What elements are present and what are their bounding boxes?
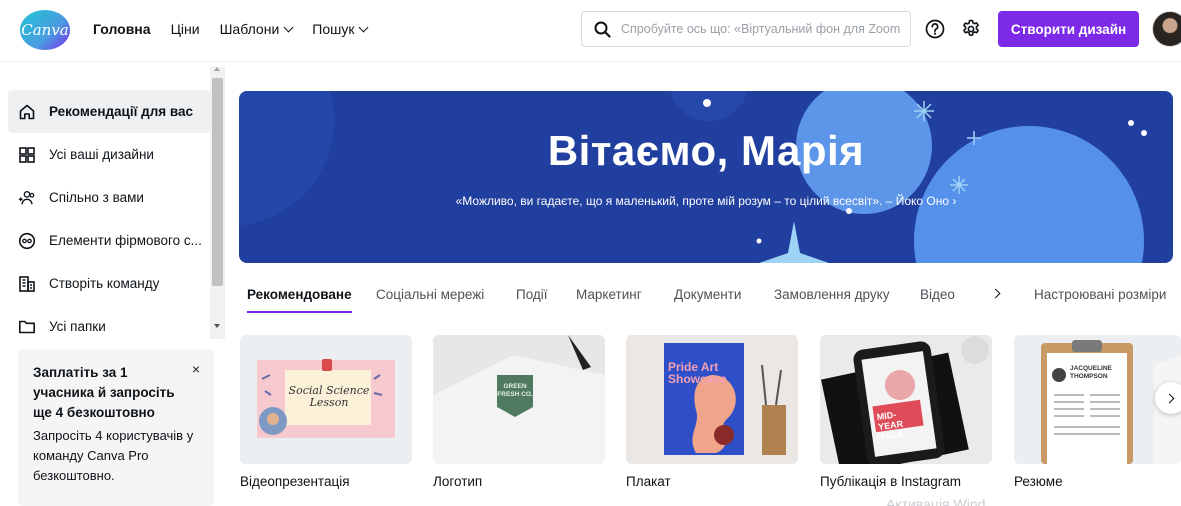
tab-documents[interactable]: Документи xyxy=(674,276,741,314)
tab-marketing[interactable]: Маркетинг xyxy=(576,276,642,314)
card-label-resume[interactable]: Резюме xyxy=(1014,474,1063,489)
grid-icon xyxy=(18,146,36,164)
home-icon xyxy=(18,103,36,121)
thumbnail-text: JACQUELINE THOMPSON xyxy=(1070,365,1112,380)
create-design-button[interactable]: Створити дизайн xyxy=(998,11,1139,47)
sidebar-item-label: Усі ваші дизайни xyxy=(49,147,154,162)
tab-print-products[interactable]: Замовлення друку xyxy=(774,276,889,314)
thumbnail-text: Pride Art Showcase xyxy=(668,360,727,386)
template-card-instagram-post[interactable]: MID-YEAR SALE xyxy=(820,335,992,464)
search-input[interactable] xyxy=(621,22,901,36)
sidebar-item-shared[interactable]: Спільно з вами xyxy=(8,176,210,219)
chevron-right-icon xyxy=(1164,393,1174,403)
nav-templates[interactable]: Шаблони xyxy=(219,21,294,37)
welcome-quote-link[interactable]: «Можливо, ви гадаєте, що я маленький, пр… xyxy=(439,192,973,211)
brand-kit-icon xyxy=(18,232,36,250)
card-label-poster[interactable]: Плакат xyxy=(626,474,671,489)
sidebar-item-create-team[interactable]: Створіть команду xyxy=(8,262,210,305)
card-label-video-presentation[interactable]: Відеопрезентація xyxy=(240,474,350,489)
search-box[interactable] xyxy=(581,11,911,47)
promo-text: Запросіть 4 користувачів у команду Canva… xyxy=(33,428,194,483)
welcome-title: Вітаємо, Марія xyxy=(547,127,865,174)
thumbnail-text: GREEN FRESH CO. xyxy=(497,383,533,398)
gear-icon[interactable] xyxy=(959,17,983,41)
sidebar-item-label: Елементи фірмового с... xyxy=(49,233,202,248)
sidebar-item-label: Рекомендації для вас xyxy=(49,104,194,119)
card-label-logo[interactable]: Логотип xyxy=(433,474,482,489)
scroll-up-arrow-icon[interactable] xyxy=(214,67,220,71)
chevron-down-icon xyxy=(283,22,294,32)
nav-home[interactable]: Головна xyxy=(93,0,151,37)
canva-logo[interactable]: Canva xyxy=(20,10,70,50)
folder-icon xyxy=(18,318,36,336)
scroll-down-arrow-icon[interactable] xyxy=(214,324,220,328)
sidebar-item-brand-kit[interactable]: Елементи фірмового с... xyxy=(8,219,210,262)
tab-custom-size[interactable]: Настроювані розміри xyxy=(1034,276,1166,314)
close-icon[interactable]: × xyxy=(192,361,200,377)
nav-pricing[interactable]: Ціни xyxy=(171,21,200,37)
template-card-logo[interactable]: GREEN FRESH CO. xyxy=(433,335,605,464)
logo-thumbnail xyxy=(433,335,605,464)
carousel-next-button[interactable] xyxy=(1155,382,1181,414)
thumbnail-text: MID-YEAR SALE xyxy=(876,409,905,442)
top-bar: Canva Головна Ціни Шаблони Пошук Створит… xyxy=(0,0,1181,62)
help-circle-icon[interactable] xyxy=(923,17,947,41)
category-tabs: Рекомендоване Соціальні мережі Події Мар… xyxy=(239,276,1181,314)
team-promo-card: Заплатіть за 1 учасника й запросіть ще 4… xyxy=(18,349,214,506)
welcome-banner: Вітаємо, Марія «Можливо, ви гадаєте, що … xyxy=(239,91,1173,263)
search-icon xyxy=(594,21,611,38)
avatar[interactable] xyxy=(1152,11,1181,47)
sidebar-scrollbar-thumb[interactable] xyxy=(212,78,223,286)
nav-search-menu[interactable]: Пошук xyxy=(312,21,369,37)
template-card-poster[interactable]: Pride Art Showcase xyxy=(626,335,798,464)
nav-home-label: Головна xyxy=(93,21,151,37)
tab-events[interactable]: Події xyxy=(516,276,548,314)
os-activation-watermark: Активація Wind xyxy=(886,496,986,506)
instagram-post-thumbnail xyxy=(820,335,992,464)
sidebar-item-all-designs[interactable]: Усі ваші дизайни xyxy=(8,133,210,176)
tab-social-media[interactable]: Соціальні мережі xyxy=(376,276,484,314)
promo-title: Заплатіть за 1 учасника й запросіть ще 4… xyxy=(33,365,175,420)
nav-pricing-label: Ціни xyxy=(170,21,200,37)
poster-thumbnail xyxy=(626,335,798,464)
sidebar-menu: Рекомендації для вас Усі ваші дизайни Сп… xyxy=(8,90,210,348)
thumbnail-text: Social Science Lesson xyxy=(288,384,370,409)
sidebar-item-label: Створіть команду xyxy=(49,276,160,291)
nav-templates-label: Шаблони xyxy=(219,21,280,37)
team-building-icon xyxy=(18,275,36,293)
sidebar-item-recommended[interactable]: Рекомендації для вас xyxy=(8,90,210,133)
template-card-video-presentation[interactable]: Social Science Lesson xyxy=(240,335,412,464)
chevron-down-icon xyxy=(359,22,369,32)
main-nav: Головна Ціни Шаблони Пошук xyxy=(93,0,387,58)
sidebar-item-label: Спільно з вами xyxy=(49,190,144,205)
sidebar-item-all-folders[interactable]: Усі папки xyxy=(8,305,210,348)
card-label-instagram-post[interactable]: Публікація в Instagram xyxy=(820,474,961,489)
sidebar-item-label: Усі папки xyxy=(49,319,106,334)
sidebar: Рекомендації для вас Усі ваші дизайни Сп… xyxy=(0,63,226,506)
tab-video[interactable]: Відео xyxy=(920,276,955,314)
shared-users-icon xyxy=(18,189,36,207)
banner-decoration xyxy=(239,91,1147,263)
tab-recommended[interactable]: Рекомендоване xyxy=(247,276,352,314)
nav-search-label: Пошук xyxy=(312,21,355,37)
